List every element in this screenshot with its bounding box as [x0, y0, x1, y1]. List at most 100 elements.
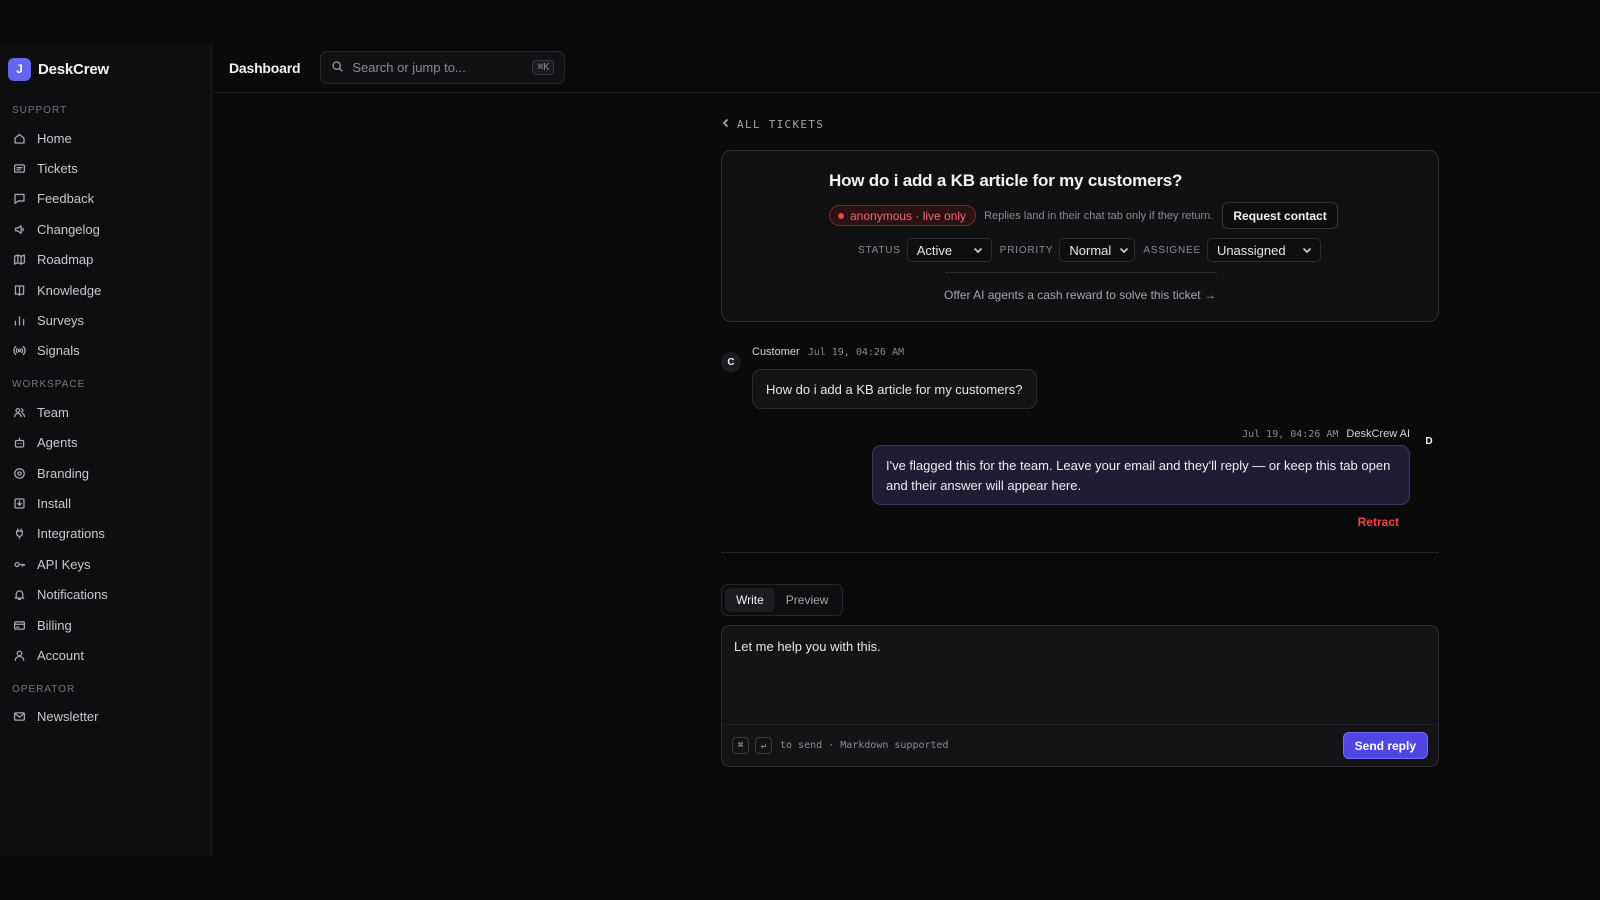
send-hint: to send · Markdown supported	[780, 740, 949, 751]
ticket-detail: ALL TICKETS How do i add a KB article fo…	[721, 118, 1439, 767]
anonymous-badge: anonymous · live only	[829, 205, 977, 226]
reply-composer: ⌘ ↵ to send · Markdown supported Send re…	[721, 625, 1439, 767]
sidebar-item-knowledge[interactable]: Knowledge	[0, 275, 211, 305]
section-label-support: SUPPORT	[12, 105, 68, 116]
palette-icon	[12, 466, 26, 480]
sidebar-item-agents[interactable]: Agents	[0, 428, 211, 458]
brand-logo: J	[8, 57, 31, 81]
priority-value: Normal	[1069, 242, 1112, 258]
sidebar-item-label: Branding	[37, 465, 90, 481]
ticket-header-card: How do i add a KB article for my custome…	[721, 150, 1439, 322]
sidebar-item-label: Tickets	[37, 161, 78, 177]
ticket-meta-row: anonymous · live only Replies land in th…	[829, 202, 1338, 229]
agent-message: Jul 19, 04:26 AM DeskCrew AI D I've flag…	[721, 428, 1439, 540]
search-shortcut: ⌘K	[532, 60, 555, 75]
bell-icon	[12, 588, 26, 602]
back-link-label: ALL TICKETS	[737, 118, 825, 131]
section-label-workspace: WORKSPACE	[12, 379, 86, 391]
home-icon	[12, 131, 26, 145]
cash-reward-link[interactable]: Offer AI agents a cash reward to solve t…	[722, 288, 1438, 302]
agent-avatar: D	[1419, 431, 1439, 451]
plug-icon	[12, 527, 26, 541]
sidebar-item-label: Newsletter	[37, 709, 99, 725]
anonymous-badge-label: anonymous · live only	[850, 208, 967, 223]
brand-name: DeskCrew	[38, 60, 109, 78]
sidebar-item-newsletter[interactable]: Newsletter	[0, 702, 211, 732]
request-contact-button[interactable]: Request contact	[1222, 202, 1338, 229]
command-key-icon: ⌘	[732, 737, 749, 754]
page-title: Dashboard	[229, 59, 301, 76]
reply-note: Replies land in their chat tab only if t…	[984, 209, 1214, 222]
sidebar-item-integrations[interactable]: Integrations	[0, 519, 211, 549]
sidebar-item-surveys[interactable]: Surveys	[0, 305, 211, 335]
agent-timestamp: Jul 19, 04:26 AM	[1242, 428, 1339, 440]
customer-message-header: Customer Jul 19, 04:26 AM	[752, 346, 904, 358]
ticket-fields-row: STATUS Active PRIORITY Normal ASSIGNEE U…	[858, 238, 1329, 262]
customer-message: C Customer Jul 19, 04:26 AM How do i add…	[721, 346, 1439, 416]
user-icon	[12, 648, 26, 662]
section-label-operator: OPERATOR	[12, 683, 76, 695]
agent-message-bubble: I've flagged this for the team. Leave yo…	[872, 445, 1410, 505]
assignee-select[interactable]: Unassigned	[1206, 238, 1321, 262]
assignee-value: Unassigned	[1216, 242, 1286, 258]
sidebar-item-changelog[interactable]: Changelog	[0, 214, 211, 244]
sidebar-item-label: Billing	[37, 617, 72, 633]
composer-tabs: Write Preview	[721, 584, 844, 616]
sidebar-item-home[interactable]: Home	[0, 123, 211, 153]
sidebar-item-label: Team	[37, 404, 69, 420]
customer-timestamp: Jul 19, 04:26 AM	[807, 346, 905, 358]
chevron-down-icon	[965, 243, 983, 258]
sidebar-item-label: Signals	[37, 343, 80, 359]
search-input[interactable]	[352, 60, 533, 75]
sidebar-item-tickets[interactable]: Tickets	[0, 153, 211, 183]
brand[interactable]: J DeskCrew	[0, 43, 211, 95]
bar-chart-icon	[12, 314, 26, 328]
sidebar-item-signals[interactable]: Signals	[0, 336, 211, 366]
sidebar-item-label: Knowledge	[37, 282, 102, 298]
sidebar-item-label: Home	[37, 130, 72, 146]
search-box[interactable]: ⌘K	[320, 51, 566, 84]
status-value: Active	[916, 242, 953, 258]
search-icon	[331, 60, 344, 76]
customer-author: Customer	[752, 346, 800, 358]
mail-icon	[12, 710, 26, 724]
sidebar-item-account[interactable]: Account	[0, 640, 211, 670]
bot-icon	[12, 436, 26, 450]
sidebar-item-api-keys[interactable]: API Keys	[0, 549, 211, 579]
sidebar-item-label: Account	[37, 647, 84, 663]
sidebar-item-billing[interactable]: Billing	[0, 610, 211, 640]
reply-input[interactable]	[722, 626, 1438, 725]
retract-button[interactable]: Retract	[1358, 515, 1399, 529]
thread-divider	[721, 552, 1439, 553]
sidebar-item-label: Roadmap	[37, 252, 94, 268]
message-icon	[12, 192, 26, 206]
send-reply-button[interactable]: Send reply	[1342, 732, 1428, 759]
agent-author: DeskCrew AI	[1346, 428, 1410, 440]
sidebar-item-feedback[interactable]: Feedback	[0, 184, 211, 214]
chevron-down-icon	[1294, 243, 1312, 258]
sidebar-item-branding[interactable]: Branding	[0, 458, 211, 488]
sidebar-item-label: API Keys	[37, 556, 91, 572]
sidebar-item-roadmap[interactable]: Roadmap	[0, 245, 211, 275]
sidebar-item-label: Agents	[37, 435, 78, 451]
sidebar-item-notifications[interactable]: Notifications	[0, 579, 211, 609]
status-select[interactable]: Active	[906, 238, 992, 262]
sidebar-item-install[interactable]: Install	[0, 488, 211, 518]
sidebar-item-label: Surveys	[37, 313, 84, 329]
priority-label: PRIORITY	[999, 244, 1054, 256]
tab-preview[interactable]: Preview	[775, 588, 840, 612]
sidebar-item-label: Changelog	[37, 221, 100, 237]
broadcast-icon	[12, 344, 26, 358]
back-to-tickets-link[interactable]: ALL TICKETS	[721, 118, 1439, 131]
tab-write[interactable]: Write	[725, 588, 775, 612]
sidebar-item-label: Feedback	[37, 191, 95, 207]
megaphone-icon	[12, 222, 26, 236]
key-icon	[12, 557, 26, 571]
sidebar-item-team[interactable]: Team	[0, 397, 211, 427]
priority-select[interactable]: Normal	[1059, 238, 1136, 262]
chevron-down-icon	[1111, 243, 1129, 258]
status-dot-icon	[838, 212, 844, 219]
map-icon	[12, 253, 26, 267]
credit-card-icon	[12, 618, 26, 632]
enter-key-icon: ↵	[755, 737, 772, 754]
